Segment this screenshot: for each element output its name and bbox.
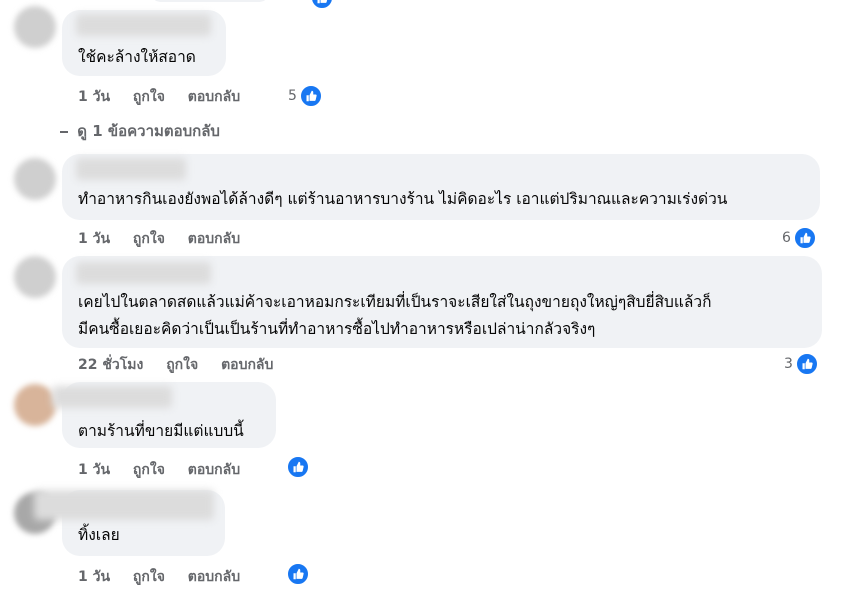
comment-text: ทิ้งเลย xyxy=(78,526,120,544)
view-replies-label: ดู 1 ข้อความตอบกลับ xyxy=(77,122,220,140)
comment-actions: 1 วัน ถูกใจ ตอบกลับ xyxy=(78,459,258,481)
like-button[interactable]: ถูกใจ xyxy=(166,357,198,373)
avatar[interactable] xyxy=(14,158,56,200)
view-replies-link[interactable]: ดู 1 ข้อความตอบกลับ xyxy=(60,119,220,143)
reply-button[interactable]: ตอบกลับ xyxy=(188,231,240,247)
comment-actions: 1 วัน ถูกใจ ตอบกลับ xyxy=(78,566,258,588)
comment-text: เคยไปในตลาดสดแล้วแม่ค้าจะเอาหอมกระเทียมท… xyxy=(78,293,712,311)
comment-text: ใช้คะล้างให้สอาด xyxy=(78,48,196,66)
reaction-count[interactable] xyxy=(284,455,310,479)
like-thumb-icon xyxy=(298,84,323,108)
comment-actions: 22 ชั่วโมง ถูกใจ ตอบกลับ xyxy=(78,354,291,376)
reaction-count[interactable]: 5 xyxy=(288,84,323,108)
reply-button[interactable]: ตอบกลับ xyxy=(188,89,240,105)
reaction-count[interactable] xyxy=(284,562,310,586)
like-thumb-icon xyxy=(310,0,334,10)
like-button[interactable]: ถูกใจ xyxy=(133,89,165,105)
comment-time[interactable]: 1 วัน xyxy=(78,231,110,247)
comment-text: มีคนซื้อเยอะคิดว่าเป็นเป็นร้านที่ทำอาหาร… xyxy=(78,320,596,338)
like-thumb-icon xyxy=(286,562,310,586)
reply-button[interactable]: ตอบกลับ xyxy=(188,462,240,478)
reaction-count[interactable]: 6 xyxy=(782,226,817,250)
author-name[interactable] xyxy=(76,14,211,36)
reply-button[interactable]: ตอบกลับ xyxy=(188,569,240,585)
comment-time[interactable]: 1 วัน xyxy=(78,569,110,585)
reaction-number: 6 xyxy=(782,230,791,246)
avatar[interactable] xyxy=(14,256,56,298)
author-name[interactable] xyxy=(52,386,172,408)
avatar[interactable] xyxy=(14,6,56,48)
comment-actions: 1 วัน ถูกใจ ตอบกลับ xyxy=(78,228,258,250)
author-name[interactable] xyxy=(76,158,186,180)
reaction-count[interactable]: 3 xyxy=(784,352,819,376)
like-thumb-icon xyxy=(792,226,817,250)
comment-time[interactable]: 1 วัน xyxy=(78,462,110,478)
like-button[interactable]: ถูกใจ xyxy=(133,462,165,478)
avatar[interactable] xyxy=(14,384,56,426)
reaction-number: 3 xyxy=(784,356,793,372)
like-thumb-icon xyxy=(794,352,819,376)
like-button[interactable]: ถูกใจ xyxy=(133,231,165,247)
comment-actions: 1 วัน ถูกใจ ตอบกลับ xyxy=(78,86,258,108)
reaction-number: 5 xyxy=(288,88,297,104)
reply-arrow-icon xyxy=(60,130,68,133)
author-name[interactable] xyxy=(34,490,214,520)
comment-text: ทำอาหารกินเองยังพอได้ล้างดีๆ แต่ร้านอาหา… xyxy=(78,190,728,208)
like-thumb-icon xyxy=(286,455,310,479)
like-button[interactable]: ถูกใจ xyxy=(133,569,165,585)
reply-button[interactable]: ตอบกลับ xyxy=(221,357,273,373)
previous-comment-bubble xyxy=(150,0,270,2)
comment-time[interactable]: 22 ชั่วโมง xyxy=(78,357,143,373)
comment-text: ตามร้านที่ขายมีแต่แบบนี้ xyxy=(78,422,244,440)
comment-time[interactable]: 1 วัน xyxy=(78,89,110,105)
author-name[interactable] xyxy=(76,262,211,284)
